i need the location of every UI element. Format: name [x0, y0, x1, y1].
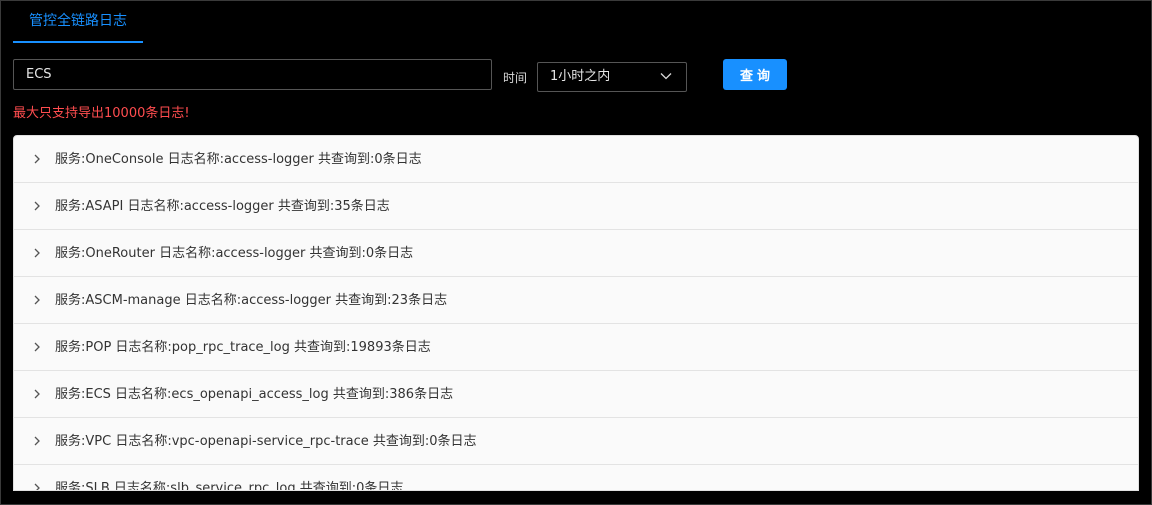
tab-full-link-logs[interactable]: 管控全链路日志 — [13, 1, 143, 43]
log-row-ecs[interactable]: 服务:ECS 日志名称:ecs_openapi_access_log 共查询到:… — [14, 371, 1138, 418]
chevron-right-icon — [34, 154, 40, 164]
time-label: 时间 — [503, 71, 528, 85]
chevron-right-icon — [34, 342, 40, 352]
chevron-right-icon — [34, 248, 40, 258]
tab-active-indicator — [13, 41, 143, 43]
log-row-vpc[interactable]: 服务:VPC 日志名称:vpc-openapi-service_rpc-trac… — [14, 418, 1138, 465]
chevron-right-icon — [34, 483, 40, 490]
log-row-text: 服务:ECS 日志名称:ecs_openapi_access_log 共查询到:… — [55, 387, 454, 402]
log-row-text: 服务:POP 日志名称:pop_rpc_trace_log 共查询到:19893… — [55, 340, 431, 355]
time-range-selected-value: 1小时之内 — [550, 69, 611, 84]
log-row-ascm-manage[interactable]: 服务:ASCM-manage 日志名称:access-logger 共查询到:2… — [14, 277, 1138, 324]
chevron-down-icon — [660, 73, 672, 80]
log-row-text: 服务:VPC 日志名称:vpc-openapi-service_rpc-trac… — [55, 434, 477, 449]
log-row-onerouter[interactable]: 服务:OneRouter 日志名称:access-logger 共查询到:0条日… — [14, 230, 1138, 277]
log-row-text: 服务:OneConsole 日志名称:access-logger 共查询到:0条… — [55, 152, 422, 167]
time-range-select[interactable]: 1小时之内 — [537, 62, 687, 92]
export-limit-warning: 最大只支持导出10000条日志! — [13, 106, 190, 121]
log-row-text: 服务:SLB 日志名称:slb_service_rpc_log 共查询到:0条日… — [55, 481, 404, 491]
log-row-slb[interactable]: 服务:SLB 日志名称:slb_service_rpc_log 共查询到:0条日… — [14, 465, 1138, 491]
chevron-right-icon — [34, 389, 40, 399]
log-row-pop[interactable]: 服务:POP 日志名称:pop_rpc_trace_log 共查询到:19893… — [14, 324, 1138, 371]
app-frame: 管控全链路日志 时间 1小时之内 查询 最大只支持导出10000条日志! 服务:… — [0, 0, 1152, 505]
log-list: 服务:OneConsole 日志名称:access-logger 共查询到:0条… — [13, 135, 1139, 491]
query-button[interactable]: 查询 — [723, 59, 787, 90]
chevron-right-icon — [34, 295, 40, 305]
log-row-text: 服务:OneRouter 日志名称:access-logger 共查询到:0条日… — [55, 246, 414, 261]
search-input[interactable] — [13, 59, 492, 90]
log-row-oneconsole[interactable]: 服务:OneConsole 日志名称:access-logger 共查询到:0条… — [14, 136, 1138, 183]
log-row-text: 服务:ASCM-manage 日志名称:access-logger 共查询到:2… — [55, 293, 448, 308]
chevron-right-icon — [34, 201, 40, 211]
log-row-asapi[interactable]: 服务:ASAPI 日志名称:access-logger 共查询到:35条日志 — [14, 183, 1138, 230]
log-row-text: 服务:ASAPI 日志名称:access-logger 共查询到:35条日志 — [55, 199, 390, 214]
chevron-right-icon — [34, 436, 40, 446]
